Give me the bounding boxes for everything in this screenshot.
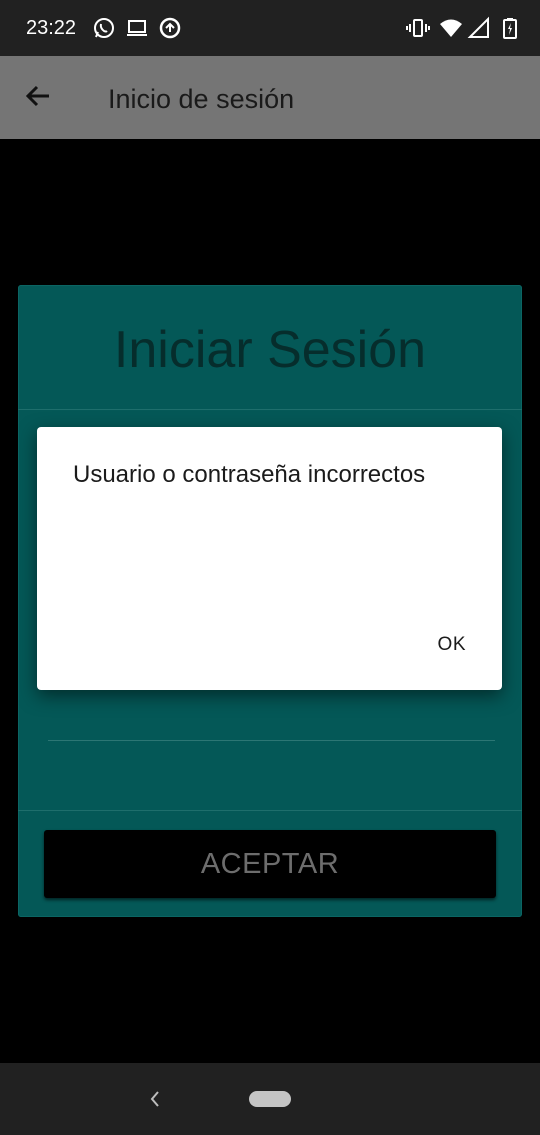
accept-button[interactable]: ACEPTAR — [44, 830, 496, 898]
data-saver-icon — [158, 16, 182, 40]
error-dialog: Usuario o contraseña incorrectos OK — [37, 427, 502, 690]
dialog-ok-button[interactable]: OK — [438, 633, 466, 657]
laptop-icon — [125, 16, 149, 40]
battery-icon — [498, 16, 522, 40]
status-time: 23:22 — [26, 17, 77, 39]
nav-back-icon[interactable] — [143, 1087, 167, 1111]
app-bar: Inicio de sesión — [0, 56, 540, 139]
card-divider-top — [18, 409, 522, 410]
arrow-back-icon — [24, 82, 52, 115]
status-bar: 23:22 — [0, 0, 540, 56]
screen: 23:22 Inicio de sesión Iniciar Sesión AC… — [0, 0, 540, 1135]
dialog-message: Usuario o contraseña incorrectos — [73, 461, 426, 488]
home-pill-icon[interactable] — [249, 1091, 291, 1107]
navigation-bar — [0, 1063, 540, 1135]
whatsapp-icon — [92, 16, 116, 40]
back-button[interactable] — [20, 80, 56, 116]
vibrate-icon — [406, 16, 430, 40]
app-bar-title: Inicio de sesión — [108, 84, 295, 114]
login-title: Iniciar Sesión — [113, 321, 427, 379]
card-divider-bottom — [18, 810, 522, 811]
password-field-underline — [48, 740, 495, 741]
signal-icon — [467, 16, 491, 40]
wifi-icon — [439, 16, 463, 40]
